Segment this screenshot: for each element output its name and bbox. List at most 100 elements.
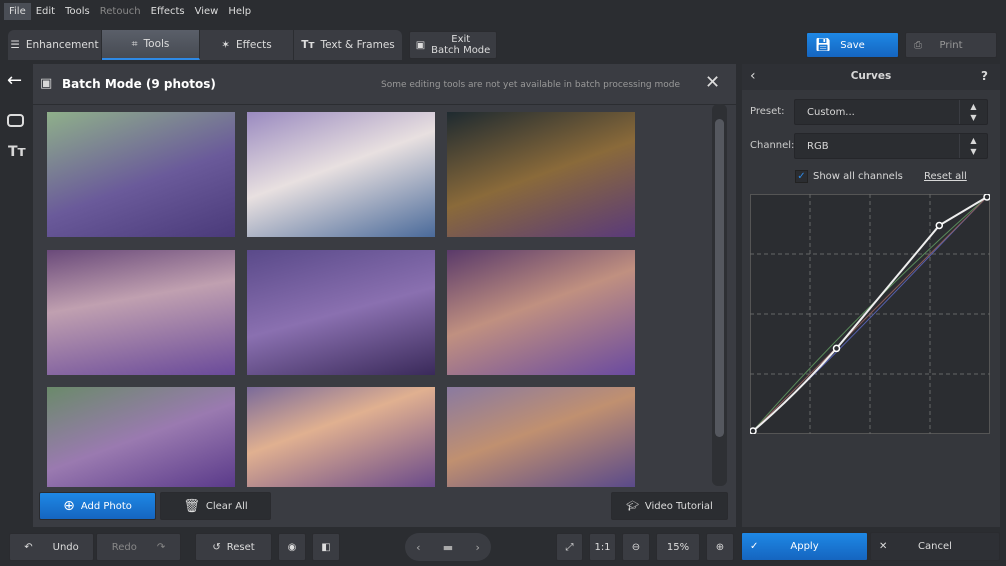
scrollbar-thumb[interactable]	[715, 119, 724, 437]
menu-view[interactable]: View	[190, 3, 224, 20]
tab-enhancement[interactable]: ☰ Enhancement	[8, 30, 102, 60]
channel-value: RGB	[807, 140, 829, 152]
apply-label: Apply	[790, 541, 819, 552]
zoom-level[interactable]: 15%	[656, 533, 700, 561]
folder-icon[interactable]: ▬	[443, 541, 453, 554]
reset-button[interactable]: ↺ Reset	[195, 533, 272, 561]
photo-thumbnail[interactable]	[247, 250, 435, 375]
plus-circle-icon: ⊕	[63, 498, 75, 514]
cancel-label: Cancel	[918, 541, 952, 552]
help-icon[interactable]: ?	[981, 69, 988, 83]
reset-label: Reset	[226, 541, 255, 553]
menu-tools[interactable]: Tools	[60, 3, 95, 20]
back-arrow-icon[interactable]: ←	[7, 70, 22, 91]
add-photo-button[interactable]: ⊕ Add Photo	[39, 492, 156, 520]
add-photo-label: Add Photo	[80, 500, 132, 512]
preset-value: Custom...	[807, 106, 855, 118]
menu-retouch[interactable]: Retouch	[95, 3, 146, 20]
zoom-out-button[interactable]: ⊖	[622, 533, 650, 561]
curve-control-point[interactable]	[935, 221, 944, 230]
zoom-in-button[interactable]: ⊕	[706, 533, 734, 561]
tab-label: Tools	[143, 38, 170, 50]
preset-select[interactable]: Custom... ▲ ▼	[794, 99, 988, 125]
curve-control-point[interactable]	[750, 427, 757, 434]
photo-thumbnail[interactable]	[47, 112, 235, 237]
exit-label: Exit	[451, 34, 471, 45]
photo-thumbnail[interactable]	[47, 387, 235, 487]
close-icon: ✕	[879, 541, 888, 552]
minus-circle-icon: ⊖	[631, 541, 641, 553]
menu-effects[interactable]: Effects	[146, 3, 190, 20]
next-icon[interactable]: ›	[475, 541, 479, 554]
fit-screen-icon: ⤢	[565, 541, 574, 553]
exit-label: Batch Mode	[431, 45, 491, 56]
video-tutorial-button[interactable]: 🎓︎ Video Tutorial	[611, 492, 728, 520]
video-tutorial-label: Video Tutorial	[644, 500, 713, 512]
updown-icon: ▲ ▼	[959, 100, 987, 124]
tab-label: Text & Frames	[320, 39, 395, 51]
cancel-button[interactable]: ✕ Cancel	[870, 532, 1000, 561]
compare-button[interactable]: ◧	[312, 533, 340, 561]
apply-button[interactable]: ✓ Apply	[741, 532, 868, 561]
prev-icon[interactable]: ‹	[416, 541, 420, 554]
show-all-channels-checkbox[interactable]: ✓	[795, 170, 808, 183]
exit-batch-mode-button[interactable]: ▣ Exit Batch Mode	[409, 31, 497, 59]
curve-control-point[interactable]	[832, 344, 841, 353]
main-tabs: ☰ Enhancement ⌗ Tools ✶ Effects Tт Text & Fr…	[8, 30, 402, 60]
text-tool-icon[interactable]: Tт	[8, 144, 26, 160]
reset-icon: ↺	[212, 541, 221, 553]
tab-effects[interactable]: ✶ Effects	[200, 30, 294, 60]
crop-icon: ⌗	[131, 37, 138, 50]
left-toolbar: ← Tт	[0, 64, 32, 527]
menu-file[interactable]: File	[4, 2, 31, 20]
show-all-channels-label: Show all channels	[813, 171, 903, 182]
tab-label: Effects	[236, 39, 272, 51]
scrollbar[interactable]	[712, 104, 727, 486]
curve-control-point[interactable]	[983, 194, 990, 201]
floppy-icon: 💾︎	[815, 37, 832, 53]
undo-icon: ↶	[24, 541, 33, 553]
plus-circle-icon: ⊕	[715, 541, 725, 553]
tab-tools[interactable]: ⌗ Tools	[102, 30, 200, 60]
updown-icon: ▲ ▼	[959, 134, 987, 158]
curves-graph[interactable]	[750, 194, 990, 434]
photo-thumbnail[interactable]	[447, 250, 635, 375]
preview-eye-button[interactable]: ◉	[278, 533, 306, 561]
photo-thumbnail[interactable]	[47, 250, 235, 375]
save-label: Save	[840, 39, 865, 51]
printer-icon: ⎙	[914, 39, 922, 51]
fit-screen-button[interactable]: ⤢	[556, 533, 583, 561]
redo-button[interactable]: Redo ↷	[96, 533, 181, 561]
magic-wand-icon: ✶	[221, 39, 231, 51]
eye-icon: ◉	[287, 541, 297, 553]
clear-all-button[interactable]: 🗑︎ Clear All	[160, 492, 271, 520]
reset-all-link[interactable]: Reset all	[924, 171, 967, 182]
vignette-icon[interactable]	[7, 114, 24, 127]
redo-icon: ↷	[156, 541, 166, 553]
save-button[interactable]: 💾︎ Save	[806, 32, 899, 58]
menu-help[interactable]: Help	[223, 3, 256, 20]
photo-thumbnail[interactable]	[247, 387, 435, 487]
tab-text-frames[interactable]: Tт Text & Frames	[294, 30, 402, 60]
actual-size-button[interactable]: 1:1	[589, 533, 616, 561]
channel-select[interactable]: RGB ▲ ▼	[794, 133, 988, 159]
undo-label: Undo	[52, 541, 79, 553]
undo-button[interactable]: ↶ Undo	[9, 533, 94, 561]
menu-edit[interactable]: Edit	[31, 3, 60, 20]
batch-panel: ▣ Batch Mode (9 photos) Some editing too…	[33, 64, 736, 527]
compare-icon: ◧	[321, 541, 331, 553]
photo-navigator: ‹ ▬ ›	[405, 533, 491, 561]
curves-title: Curves	[850, 70, 892, 82]
text-icon: Tт	[301, 39, 315, 51]
gallery-icon: ▣	[415, 39, 426, 51]
photo-thumbnail[interactable]	[447, 112, 635, 237]
print-label: Print	[939, 39, 963, 51]
photo-thumbnail[interactable]	[247, 112, 435, 237]
photo-thumbnail[interactable]	[447, 387, 635, 487]
menu-bar: File Edit Tools Retouch Effects View Hel…	[0, 0, 1006, 22]
print-button[interactable]: ⎙ Print	[905, 32, 997, 58]
sliders-icon: ☰	[10, 39, 20, 51]
check-icon: ✓	[750, 541, 759, 552]
preset-label: Preset:	[750, 106, 785, 117]
clear-all-label: Clear All	[205, 500, 248, 512]
